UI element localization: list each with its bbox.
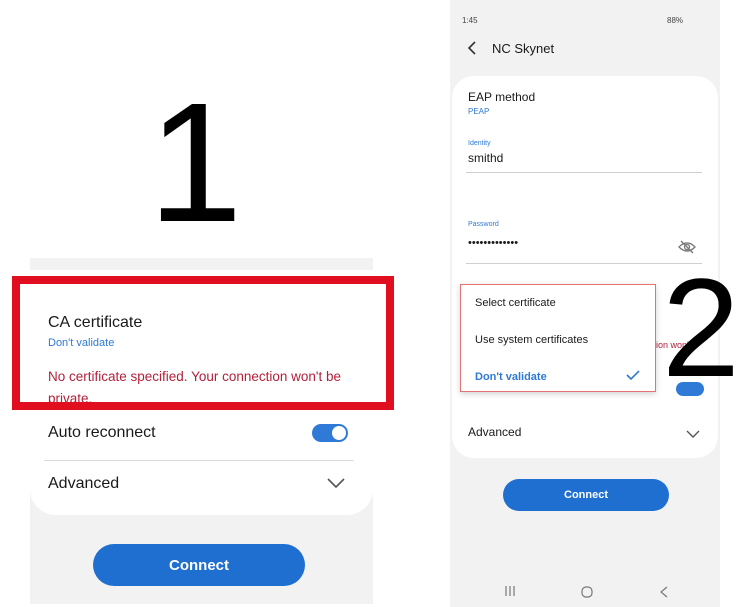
auto-reconnect-toggle[interactable] [312, 424, 348, 442]
chevron-down-icon[interactable] [326, 476, 346, 490]
recents-icon[interactable] [503, 585, 517, 597]
divider [44, 460, 354, 461]
toggle-knob [332, 426, 346, 440]
password-label: Password [468, 221, 499, 228]
highlight-box [12, 276, 394, 410]
eap-method-label[interactable]: EAP method [468, 90, 535, 104]
step-number-2: 2 [662, 249, 736, 406]
password-field[interactable]: ••••••••••••• [468, 237, 518, 249]
auto-reconnect-label: Auto reconnect [48, 424, 156, 441]
identity-field[interactable]: smithd [468, 151, 503, 165]
step-number-1: 1 [148, 68, 243, 258]
dropdown-option-select-certificate[interactable]: Select certificate [475, 297, 556, 309]
advanced-label[interactable]: Advanced [468, 425, 521, 439]
nav-back-icon[interactable] [659, 586, 669, 598]
back-arrow-icon[interactable] [466, 41, 478, 55]
connect-button[interactable]: Connect [503, 479, 669, 511]
connect-button[interactable]: Connect [93, 544, 305, 586]
chevron-down-icon[interactable] [686, 429, 700, 439]
dropdown-option-dont-validate[interactable]: Don't validate [475, 371, 547, 383]
identity-label: Identity [468, 140, 491, 147]
home-icon[interactable] [580, 585, 594, 599]
eap-method-value: PEAP [468, 107, 490, 116]
status-battery: 88% [667, 16, 684, 25]
network-title: NC Skynet [492, 41, 555, 56]
identity-underline [466, 172, 702, 173]
check-icon [626, 370, 640, 380]
advanced-label[interactable]: Advanced [48, 475, 119, 493]
dropdown-option-system-certificates[interactable]: Use system certificates [475, 334, 588, 346]
status-time: 1:45 [462, 16, 478, 25]
